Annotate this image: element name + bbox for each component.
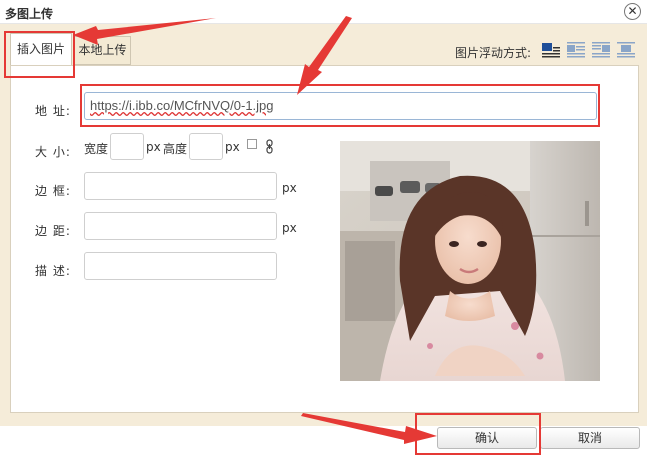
float-mode-label: 图片浮动方式:	[455, 46, 532, 60]
tab-insert-image[interactable]: 插入图片	[10, 33, 72, 67]
margin-label: 边 距:	[35, 224, 71, 238]
margin-unit: px	[282, 221, 297, 235]
width-unit: px	[146, 140, 161, 154]
width-label: 宽度	[84, 142, 109, 156]
lock-ratio-checkbox[interactable]	[247, 139, 257, 149]
dialog-title: 多图上传	[5, 7, 54, 21]
border-input[interactable]	[84, 172, 277, 200]
cancel-button[interactable]: 取消	[540, 427, 640, 449]
title-bar: 多图上传 ✕	[0, 0, 647, 24]
float-right-icon[interactable]	[616, 40, 636, 58]
border-unit: px	[282, 181, 297, 195]
image-preview	[340, 141, 600, 381]
border-label: 边 框:	[35, 184, 71, 198]
margin-input[interactable]	[84, 212, 277, 240]
description-label: 描 述:	[35, 264, 71, 278]
close-icon[interactable]: ✕	[624, 3, 641, 20]
width-input[interactable]	[110, 133, 144, 160]
address-input[interactable]: https://i.ibb.co/MCfrNVQ/0-1.jpg	[84, 92, 597, 120]
confirm-button[interactable]: 确认	[437, 427, 537, 449]
height-label: 高度	[163, 142, 188, 156]
description-input[interactable]	[84, 252, 277, 280]
tab-local-upload[interactable]: 本地上传	[74, 36, 131, 65]
size-label: 大 小:	[35, 145, 71, 159]
float-none-icon[interactable]	[541, 40, 561, 58]
float-left-icon[interactable]	[566, 40, 586, 58]
address-label: 地 址:	[35, 104, 71, 118]
height-unit: px	[225, 140, 240, 154]
lock-ratio-icon	[266, 139, 273, 154]
height-input[interactable]	[189, 133, 223, 160]
float-center-icon[interactable]	[591, 40, 611, 58]
